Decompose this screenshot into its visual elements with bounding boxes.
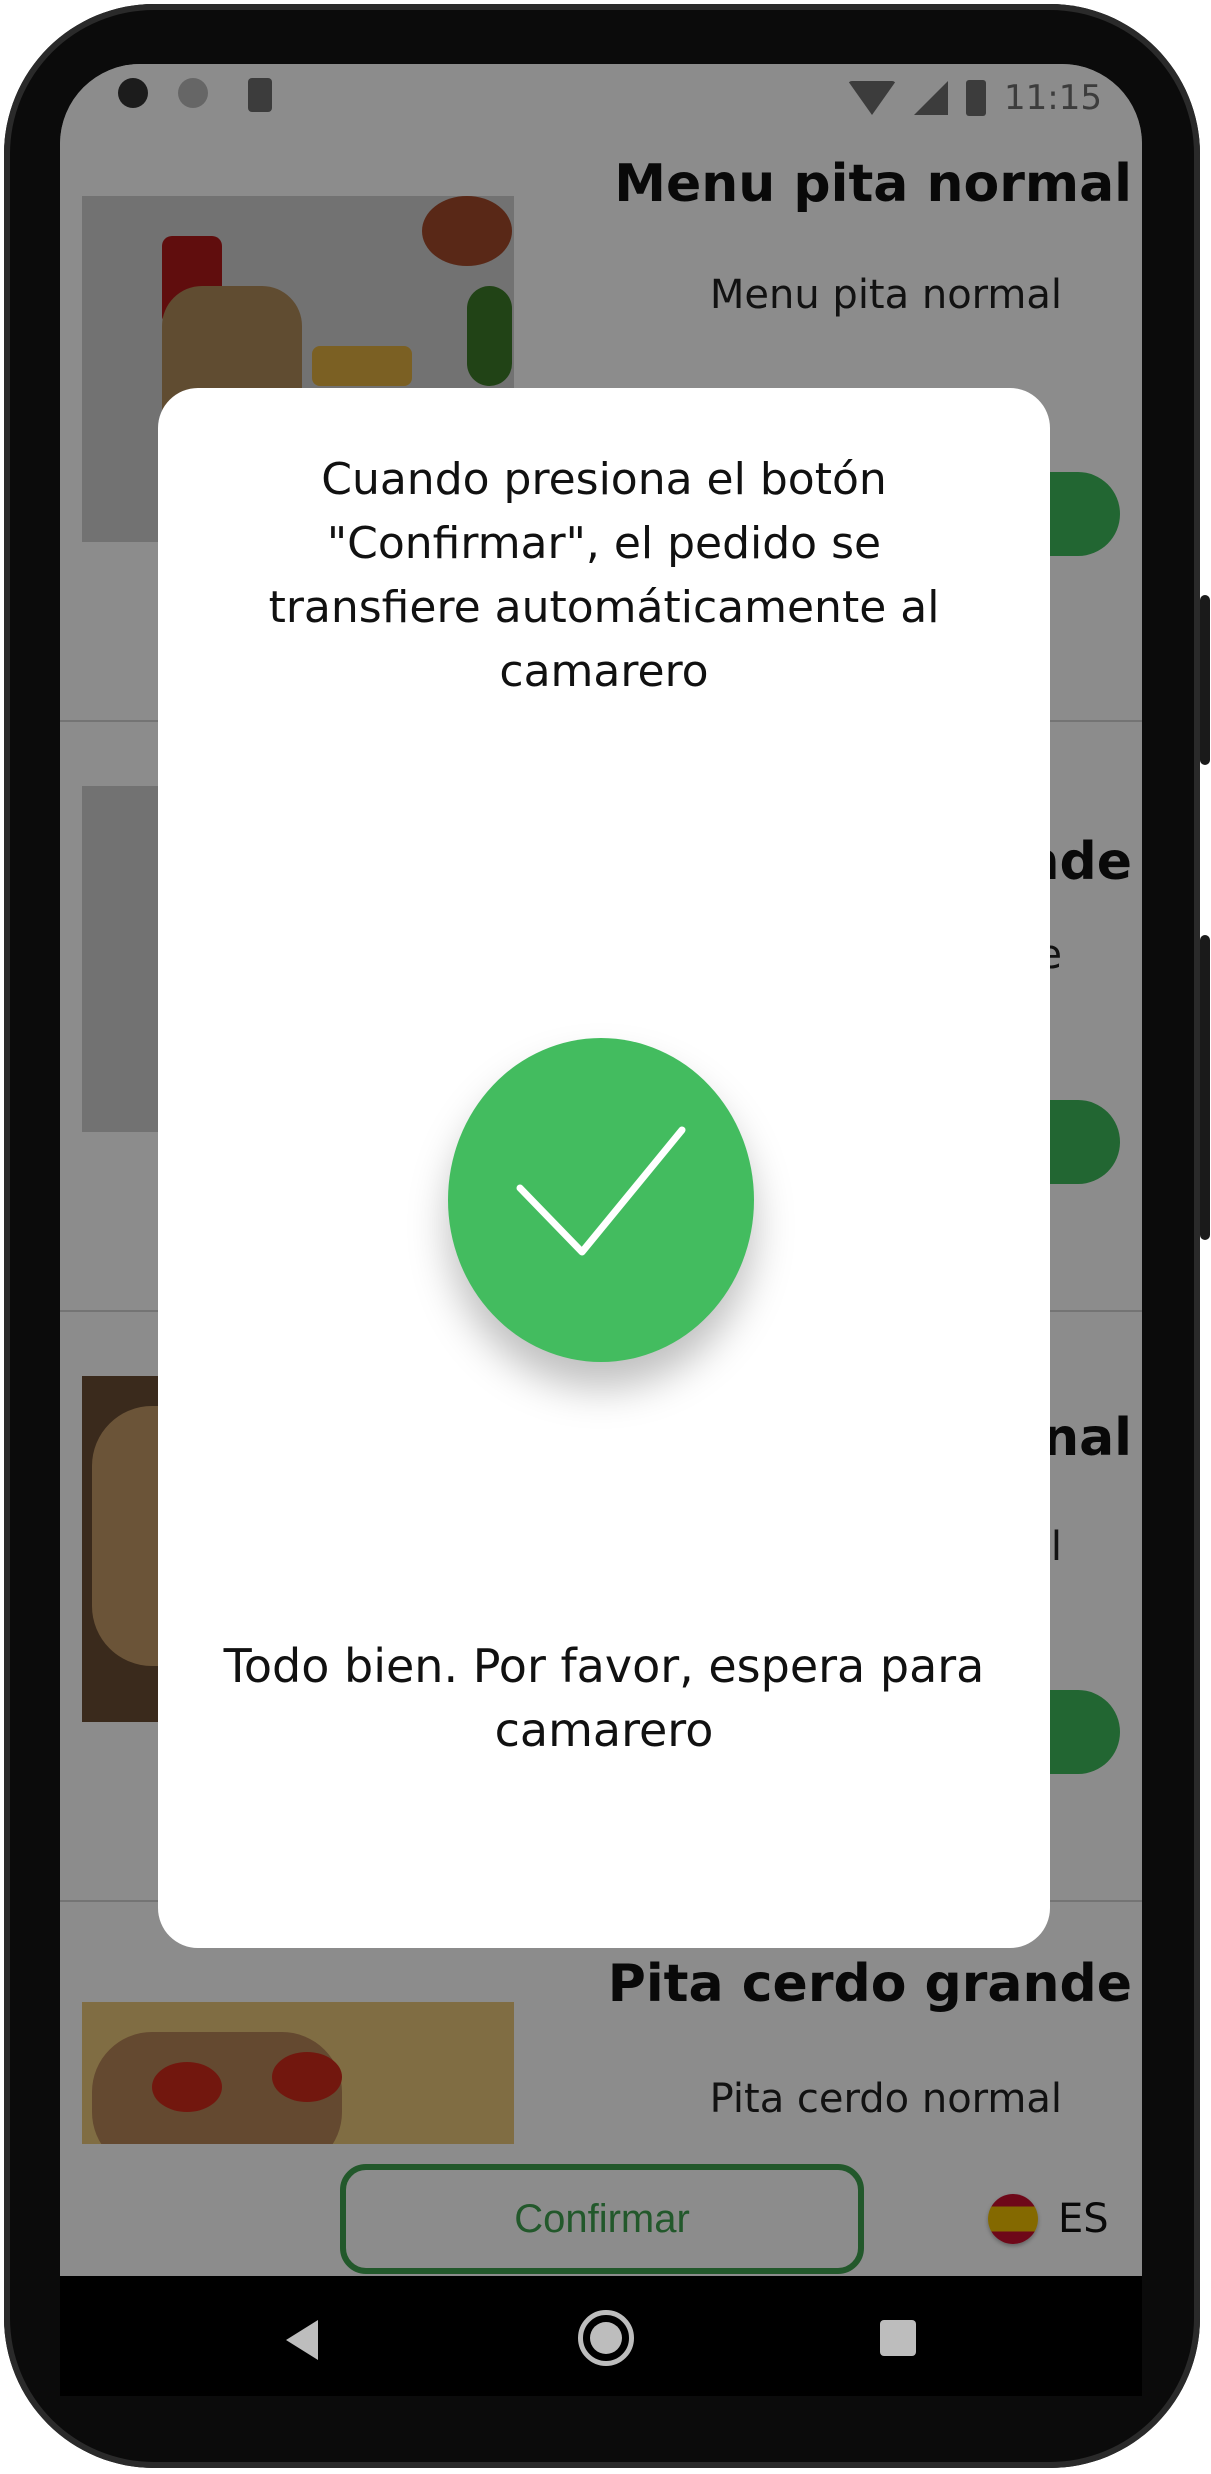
dialog-info-text: Cuando presiona el botón "Confirmar", el… — [268, 454, 940, 697]
success-badge — [448, 1038, 754, 1362]
dialog-success-text: Todo bien. Por favor, espera para camare… — [223, 1639, 985, 1757]
app-screen: 11:15 Menu pita normal Menu pita normal … — [60, 64, 1142, 2276]
volume-button — [1200, 935, 1210, 1240]
home-icon[interactable] — [578, 2310, 634, 2366]
check-icon — [516, 1126, 686, 1256]
confirmation-dialog: Cuando presiona el botón "Confirmar", el… — [158, 388, 1050, 1948]
back-icon[interactable] — [286, 2320, 318, 2360]
system-navbar — [60, 2276, 1142, 2396]
power-button — [1200, 595, 1210, 765]
recents-icon[interactable] — [880, 2320, 916, 2356]
